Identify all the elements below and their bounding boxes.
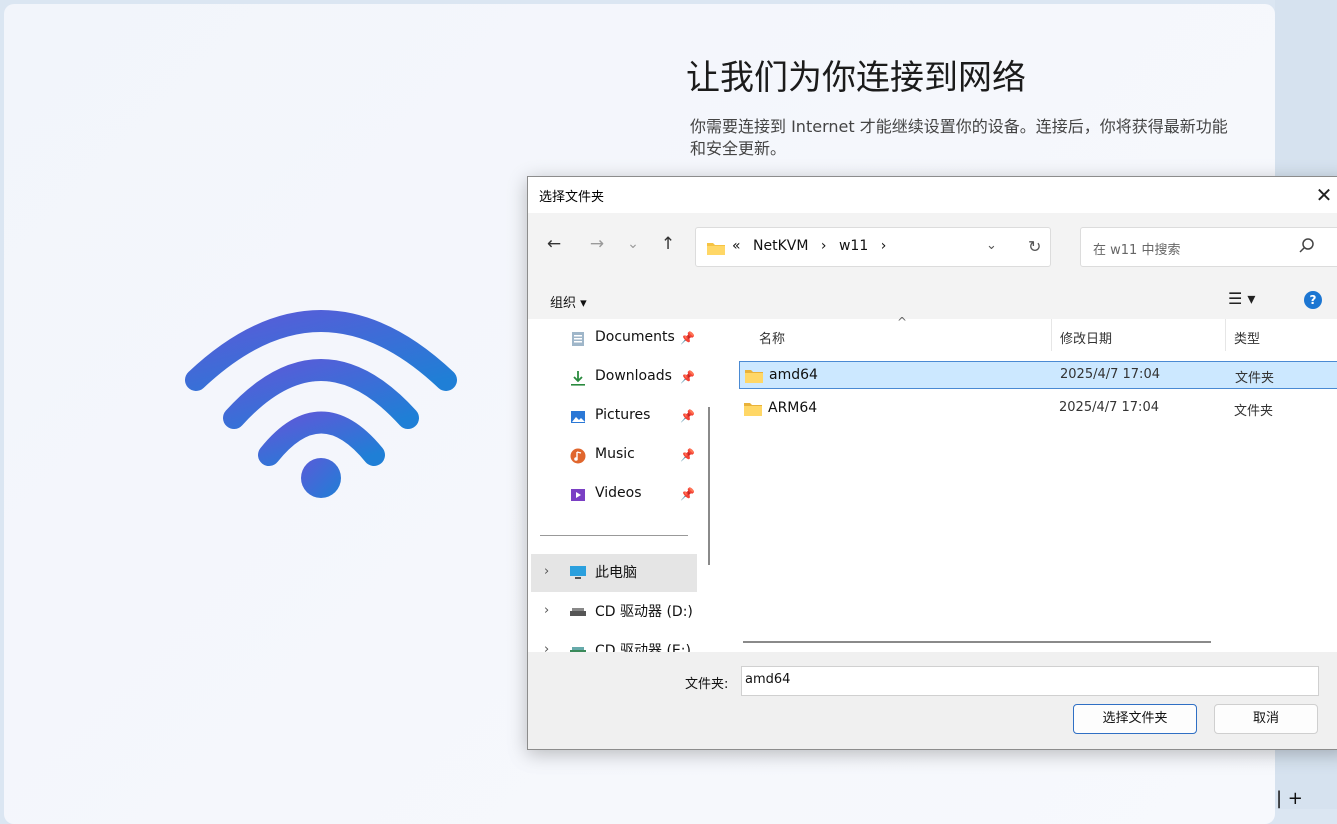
view-options-icon[interactable]: ☰ ▾ bbox=[1228, 289, 1255, 308]
address-bar[interactable]: « NetKVM › w11 › ⌄ ↻ bbox=[695, 227, 1051, 267]
pin-icon: 📌 bbox=[680, 448, 695, 462]
page-title: 让我们为你连接到网络 bbox=[686, 58, 1026, 98]
dialog-titlebar: 选择文件夹 ✕ bbox=[528, 177, 1337, 213]
file-type: 文件夹 bbox=[1234, 404, 1274, 419]
expand-chevron-icon[interactable]: › bbox=[544, 642, 549, 652]
search-placeholder: 在 w11 中搜索 bbox=[1093, 243, 1181, 258]
command-bar: 组织 ▾ ☰ ▾ ? bbox=[528, 281, 1337, 319]
pin-icon: 📌 bbox=[680, 409, 695, 423]
folder-icon bbox=[744, 403, 762, 416]
column-divider[interactable] bbox=[1225, 319, 1226, 351]
column-header-name[interactable]: 名称 bbox=[759, 328, 785, 347]
music-icon bbox=[570, 448, 586, 464]
divider bbox=[540, 535, 688, 536]
expand-chevron-icon[interactable]: › bbox=[544, 603, 549, 618]
expand-chevron-icon[interactable]: › bbox=[544, 564, 549, 579]
up-arrow-icon[interactable]: ↑ bbox=[655, 231, 681, 257]
pictures-icon bbox=[571, 411, 585, 423]
file-name: ARM64 bbox=[768, 400, 818, 416]
navigation-pane: Documents 📌 Downloads 📌 Pictures 📌 Music… bbox=[528, 319, 721, 652]
refresh-icon[interactable]: ↻ bbox=[1028, 237, 1041, 256]
file-type: 文件夹 bbox=[1235, 371, 1275, 386]
folder-icon bbox=[707, 243, 725, 255]
file-list: ^ 名称 修改日期 类型 amd64 2025/4/7 17:04 文件夹 AR… bbox=[721, 315, 1337, 652]
breadcrumb: « NetKVM › w11 › bbox=[732, 238, 894, 254]
sidebar-item-label: Documents bbox=[595, 329, 675, 345]
navigation-bar: ← → ⌄ ↑ « NetKVM › w11 › ⌄ ↻ 在 w11 中搜索 bbox=[528, 213, 1337, 281]
close-icon[interactable]: ✕ bbox=[1312, 181, 1336, 209]
sidebar-item-label: 此电脑 bbox=[595, 565, 637, 581]
folder-name-input[interactable]: amd64 bbox=[741, 666, 1319, 696]
file-date: 2025/4/7 17:04 bbox=[1060, 367, 1160, 382]
folder-icon bbox=[745, 370, 763, 383]
file-list-scrollbar[interactable] bbox=[743, 641, 1211, 643]
breadcrumb-item-netkvm[interactable]: NetKVM bbox=[753, 238, 808, 254]
file-row-amd64[interactable]: amd64 2025/4/7 17:04 文件夹 bbox=[739, 361, 1337, 389]
breadcrumb-item-w11[interactable]: w11 bbox=[839, 238, 868, 254]
taskbar-edge-icon: | + bbox=[1276, 788, 1303, 809]
sidebar-item-label: Videos bbox=[595, 485, 642, 501]
dialog-title: 选择文件夹 bbox=[539, 190, 605, 205]
breadcrumb-separator[interactable]: › bbox=[881, 238, 887, 254]
page-description: 你需要连接到 Internet 才能继续设置你的设备。连接后，你将获得最新功能和… bbox=[690, 117, 1228, 158]
recent-locations-chevron-icon[interactable]: ⌄ bbox=[620, 231, 646, 257]
cancel-button[interactable]: 取消 bbox=[1214, 704, 1318, 734]
sidebar-item-label: Downloads bbox=[595, 368, 672, 384]
pin-icon: 📌 bbox=[680, 370, 695, 384]
folder-field-label: 文件夹: bbox=[685, 677, 729, 692]
file-name: amd64 bbox=[769, 367, 818, 383]
sidebar-item-label: CD 驱动器 (D:) bbox=[595, 604, 693, 620]
pin-icon: 📌 bbox=[680, 331, 695, 345]
file-date: 2025/4/7 17:04 bbox=[1059, 400, 1159, 415]
help-icon[interactable]: ? bbox=[1304, 291, 1322, 309]
computer-icon bbox=[570, 566, 586, 579]
pin-icon: 📌 bbox=[680, 487, 695, 501]
navigation-pane-scrollbar[interactable] bbox=[708, 407, 710, 565]
cd-drive-icon bbox=[570, 647, 586, 652]
select-folder-dialog: 选择文件夹 ✕ ← → ⌄ ↑ « NetKVM › w11 › ⌄ ↻ 在 w… bbox=[527, 176, 1337, 750]
search-icon[interactable] bbox=[1299, 237, 1315, 255]
documents-icon bbox=[572, 332, 584, 346]
forward-arrow-icon[interactable]: → bbox=[584, 231, 610, 257]
column-header-type[interactable]: 类型 bbox=[1234, 328, 1260, 347]
download-icon bbox=[571, 371, 585, 386]
sort-ascending-icon: ^ bbox=[897, 315, 908, 329]
organize-menu-button[interactable]: 组织 ▾ bbox=[550, 292, 587, 311]
select-folder-button[interactable]: 选择文件夹 bbox=[1073, 704, 1197, 734]
dialog-footer: 文件夹: amd64 选择文件夹 取消 bbox=[528, 652, 1337, 749]
sidebar-item-label: Pictures bbox=[595, 407, 651, 423]
search-input[interactable]: 在 w11 中搜索 bbox=[1080, 227, 1337, 267]
column-header-date[interactable]: 修改日期 bbox=[1060, 328, 1112, 347]
wifi-icon bbox=[185, 310, 457, 498]
file-row-arm64[interactable]: ARM64 2025/4/7 17:04 文件夹 bbox=[739, 395, 1337, 423]
sidebar-item-label: Music bbox=[595, 446, 635, 462]
address-dropdown-chevron-icon[interactable]: ⌄ bbox=[986, 238, 997, 253]
breadcrumb-overflow[interactable]: « bbox=[732, 238, 741, 254]
videos-icon bbox=[571, 489, 585, 501]
column-divider[interactable] bbox=[1051, 319, 1052, 351]
cd-drive-icon bbox=[570, 608, 586, 616]
back-arrow-icon[interactable]: ← bbox=[541, 231, 567, 257]
breadcrumb-separator[interactable]: › bbox=[821, 238, 827, 254]
sidebar-item-label: CD 驱动器 (E:) bbox=[595, 643, 691, 652]
